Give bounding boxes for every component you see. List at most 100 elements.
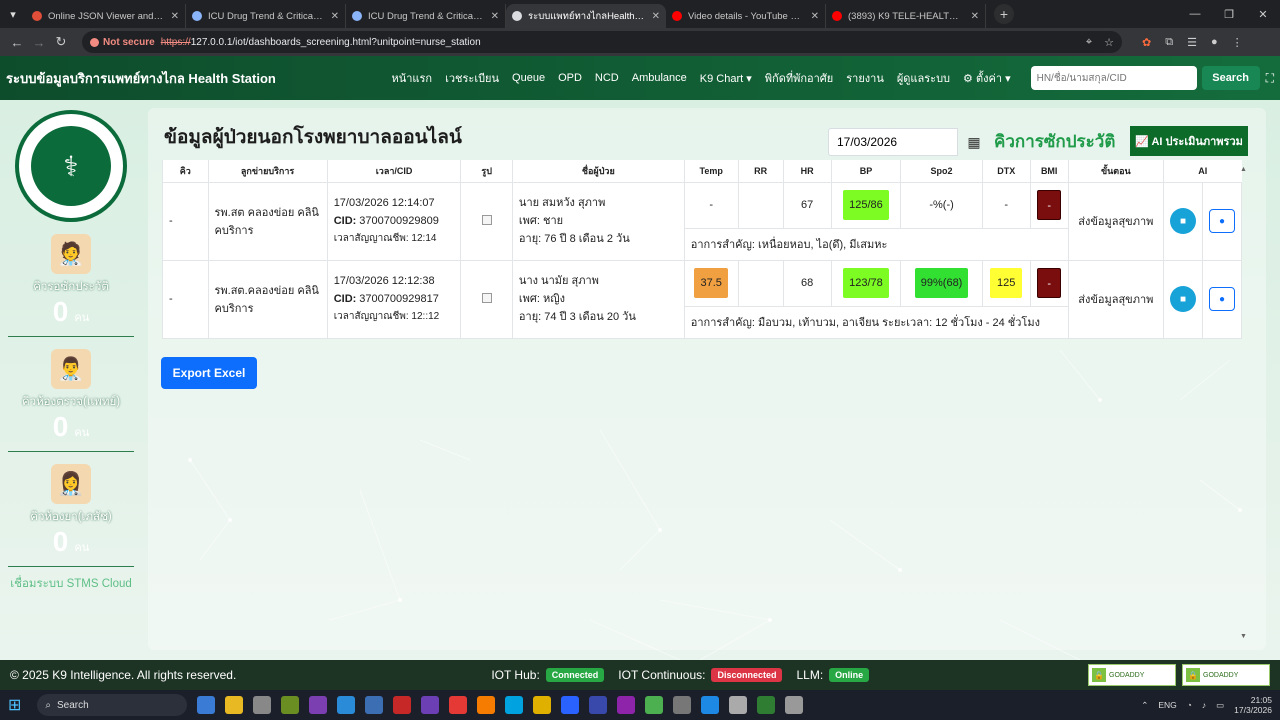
restore-icon[interactable]: ❐ (1212, 0, 1246, 28)
nav-link[interactable]: ⚙ ตั้งค่า ▾ (963, 69, 1011, 87)
close-icon[interactable]: ✕ (1246, 0, 1280, 28)
taskbar-app-icon[interactable] (589, 696, 608, 714)
taskbar-app-icon[interactable] (533, 696, 552, 714)
tab-search-icon[interactable]: ▾ (0, 0, 26, 28)
tab-close-icon[interactable]: ✕ (811, 11, 819, 22)
reading-list-icon[interactable]: ☰ (1187, 36, 1197, 49)
minimize-icon[interactable]: — (1178, 0, 1212, 28)
queue-block[interactable]: 👨‍⚕️ คิวห้องตรวจ(แพทย์) 0 คน (8, 349, 134, 452)
taskbar-app-icon[interactable] (309, 696, 328, 714)
tab-close-icon[interactable]: ✕ (171, 11, 179, 22)
taskbar-app-icon[interactable] (225, 696, 244, 714)
more-icon[interactable]: ⋮ (1232, 36, 1243, 49)
tab-title: ICU Drug Trend & Critical Care (208, 10, 325, 22)
stms-link[interactable]: เชื่อมระบบ STMS Cloud (8, 577, 134, 592)
taskbar-search[interactable]: ⌕ Search (37, 694, 188, 716)
column-header: ขั้นตอน (1067, 160, 1164, 182)
clock[interactable]: 21:05 17/3/2026 (1234, 695, 1272, 715)
taskbar-app-icon[interactable] (673, 696, 692, 714)
nav-link[interactable]: Queue (512, 72, 545, 84)
tab-close-icon[interactable]: ✕ (491, 11, 499, 22)
taskbar-app-icon[interactable] (337, 696, 356, 714)
taskbar-app-icon[interactable] (729, 696, 748, 714)
taskbar-app-icon[interactable] (393, 696, 412, 714)
taskbar-app-icon[interactable] (645, 696, 664, 714)
chevron-up-icon[interactable]: ⌃ (1141, 700, 1148, 711)
queue-count-row: 0 คน (8, 296, 134, 328)
nav-link[interactable]: NCD (595, 72, 619, 84)
table-row: - รพ.สต.คลองข่อย คลินิคบริการ 17/03/2026 1… (162, 259, 1242, 339)
browser-tab[interactable]: Online JSON Viewer and Forma ✕ (26, 4, 186, 28)
tab-close-icon[interactable]: ✕ (331, 11, 339, 22)
brand-title[interactable]: ระบบข้อมูลบริการแพทย์ทางไกล Health Stati… (6, 68, 276, 89)
table-scrollbar[interactable]: ▲ ▼ (1240, 166, 1248, 640)
url-input[interactable]: Not secure https:// 127.0.0.1/iot/dashbo… (82, 31, 1122, 53)
chat-icon[interactable]: ● (1209, 209, 1235, 233)
nav-link[interactable]: พิกัดที่พักอาศัย (765, 69, 833, 87)
taskbar-app-icon[interactable] (617, 696, 636, 714)
queue-block[interactable]: 🧑‍⚕️ คิวรอซักประวัติ 0 คน (8, 234, 134, 337)
reload-icon[interactable]: ↻ (50, 34, 72, 50)
dtx-value: - (1004, 199, 1009, 211)
tab-close-icon[interactable]: ✕ (652, 11, 660, 22)
tab-close-icon[interactable]: ✕ (971, 11, 979, 22)
back-icon[interactable]: ← (6, 35, 28, 50)
taskbar-app-icon[interactable] (365, 696, 384, 714)
location-icon[interactable]: ⌖ (1086, 36, 1092, 49)
godaddy-badge[interactable]: 🔒 GODADDY (1182, 664, 1270, 686)
browser-tab[interactable]: (3893) K9 TELE-HEALTH AI Vers ✕ (826, 4, 986, 28)
search-button[interactable]: Search (1201, 66, 1260, 90)
taskbar-app-icon[interactable] (421, 696, 440, 714)
profile-icon[interactable]: ● (1211, 36, 1218, 49)
new-tab-button[interactable]: + (994, 4, 1014, 24)
battery-icon[interactable]: ▭ (1216, 700, 1224, 711)
volume-icon[interactable]: ♪ (1202, 700, 1206, 710)
browser-tab[interactable]: ICU Drug Trend & Critical Care ✕ (186, 4, 346, 28)
video-call-icon[interactable]: ■ (1170, 286, 1196, 312)
forward-icon[interactable]: → (28, 35, 50, 50)
patient-name-cell[interactable]: นาง นามัย สุภาพ เพศ: หญิง อายุ: 74 ปี 3 เด… (511, 259, 685, 339)
nav-link[interactable]: หน้าแรก (391, 69, 432, 87)
nav-link[interactable]: Ambulance (632, 72, 687, 84)
scroll-down-icon[interactable]: ▼ (1240, 633, 1247, 640)
patient-name-cell[interactable]: นาย สมหวัง สุภาพ เพศ: ชาย อายุ: 76 ปี 8 เด… (511, 181, 685, 261)
taskbar-app-icon[interactable] (701, 696, 720, 714)
browser-tab[interactable]: ระบบแพทย์ทางไกลHealth Station ✕ (506, 4, 666, 28)
fullscreen-icon[interactable]: ⛶ (1266, 71, 1274, 86)
page-title: ข้อมูลผู้ป่วยนอกโรงพยาบาลออนไลน์ (164, 127, 462, 148)
date-input[interactable] (828, 128, 958, 156)
puzzle-icon[interactable]: ⧉ (1165, 36, 1173, 49)
nav-link[interactable]: OPD (558, 72, 582, 84)
queue-unit: คน (74, 427, 90, 439)
calendar-icon[interactable]: ▦ (960, 128, 988, 156)
wifi-icon[interactable]: ◔ (1187, 700, 1192, 710)
taskbar-app-icon[interactable] (757, 696, 776, 714)
nav-link[interactable]: เวชระเบียน (445, 69, 499, 87)
browser-tab[interactable]: ICU Drug Trend & Critical Care ✕ (346, 4, 506, 28)
nav-link[interactable]: ผู้ดูแลระบบ (897, 69, 950, 87)
video-call-icon[interactable]: ■ (1170, 208, 1196, 234)
taskbar-app-icon[interactable] (505, 696, 524, 714)
queue-block[interactable]: 👩‍⚕️ คิวห้องยา(เภสัช) 0 คน (8, 464, 134, 567)
scroll-up-icon[interactable]: ▲ (1240, 166, 1247, 173)
godaddy-badge[interactable]: 🔒 GODADDY (1088, 664, 1176, 686)
taskbar-app-icon[interactable] (197, 696, 216, 714)
extension-icon[interactable]: ✿ (1142, 36, 1151, 49)
taskbar-app-icon[interactable] (449, 696, 468, 714)
taskbar-app-icon[interactable] (477, 696, 496, 714)
ai-overview-button[interactable]: 📈 AI ประเมินภาพรวม (1130, 126, 1248, 156)
taskbar-app-icon[interactable] (561, 696, 580, 714)
browser-tab[interactable]: Video details - YouTube Studio ✕ (666, 4, 826, 28)
taskbar-app-icon[interactable] (281, 696, 300, 714)
chat-icon[interactable]: ● (1209, 287, 1235, 311)
patient-search-input[interactable] (1030, 66, 1197, 90)
bookmark-star-icon[interactable]: ☆ (1104, 36, 1114, 49)
taskbar-app-icon[interactable] (253, 696, 272, 714)
nav-link[interactable]: รายงาน (846, 69, 884, 87)
language-indicator[interactable]: ENG (1158, 700, 1176, 710)
windows-start-icon[interactable]: ⊞ (8, 695, 21, 715)
taskbar-app-icon[interactable] (785, 696, 804, 714)
not-secure-badge[interactable]: Not secure (90, 37, 155, 48)
nav-link[interactable]: K9 Chart ▾ (700, 72, 752, 85)
export-excel-button[interactable]: Export Excel (161, 357, 257, 389)
